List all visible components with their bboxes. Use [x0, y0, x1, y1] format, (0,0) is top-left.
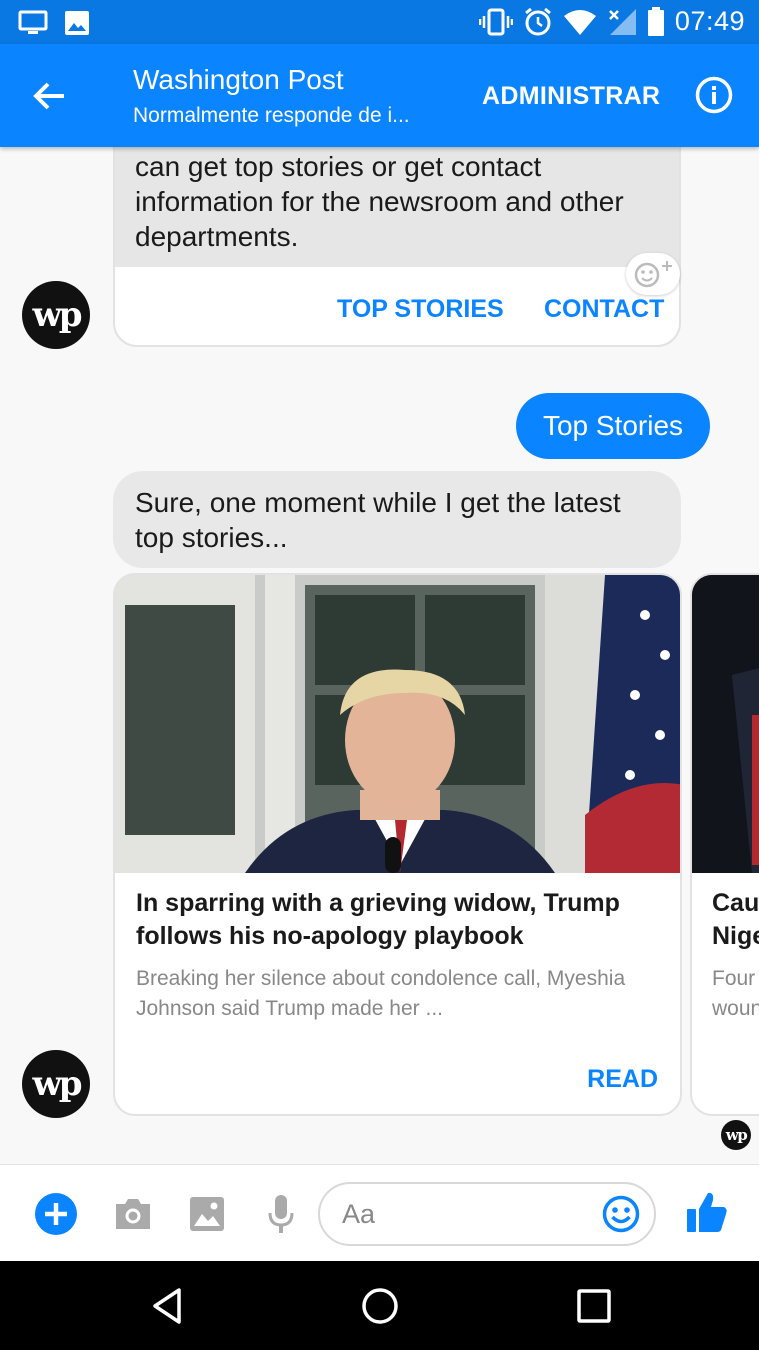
- message-list[interactable]: can get top stories or get contact infor…: [0, 147, 759, 1164]
- gallery-icon: [190, 1197, 224, 1231]
- info-button[interactable]: [695, 76, 733, 114]
- bot-avatar[interactable]: wp: [22, 281, 90, 349]
- read-receipt-avatar: wp: [721, 1120, 751, 1150]
- manage-button[interactable]: ADMINISTRAR: [482, 82, 660, 111]
- nav-home-icon: [362, 1288, 398, 1324]
- page-title[interactable]: Washington Post: [133, 64, 344, 96]
- message-composer: Aa: [0, 1164, 759, 1261]
- read-button[interactable]: READ: [587, 1065, 658, 1094]
- plus-icon: [35, 1193, 77, 1235]
- system-navigation-bar: [0, 1261, 759, 1350]
- gallery-button[interactable]: [189, 1196, 225, 1237]
- like-button[interactable]: [686, 1190, 728, 1239]
- screen-cast-icon: [18, 10, 48, 34]
- info-icon: [695, 76, 733, 114]
- nav-back-button[interactable]: [147, 1286, 187, 1326]
- message-input-placeholder: Aa: [342, 1198, 376, 1229]
- story-headline-next: Cau Nige: [712, 889, 759, 950]
- story-image-next: [692, 575, 759, 873]
- nav-recents-button[interactable]: [574, 1286, 614, 1326]
- bot-avatar-2[interactable]: wp: [22, 1050, 90, 1118]
- no-signal-icon: [609, 8, 636, 35]
- back-arrow-icon: [33, 82, 64, 110]
- camera-button[interactable]: [114, 1196, 152, 1237]
- more-options-button[interactable]: [34, 1192, 78, 1241]
- thumbs-up-icon: [687, 1192, 727, 1232]
- back-button[interactable]: [30, 76, 70, 116]
- story-headline: In sparring with a grieving widow, Trump…: [136, 889, 620, 950]
- top-stories-button[interactable]: TOP STORIES: [337, 295, 504, 324]
- status-time: 07:49: [674, 6, 745, 36]
- status-bar: 07:49: [0, 0, 759, 44]
- add-reaction-icon: [634, 261, 672, 288]
- camera-icon: [116, 1199, 150, 1229]
- nav-recents-icon: [577, 1289, 611, 1323]
- emoji-icon: [602, 1195, 640, 1233]
- story-description-next: Four woun: [712, 967, 759, 1020]
- story-image: [115, 575, 680, 873]
- battery-icon: [647, 6, 664, 36]
- conversation-header: Washington Post Normalmente responde de …: [0, 44, 759, 147]
- nav-home-button[interactable]: [360, 1286, 400, 1326]
- vibrate-icon: [478, 8, 513, 35]
- bot-message-card: can get top stories or get contact infor…: [113, 147, 681, 347]
- wifi-icon: [563, 9, 596, 35]
- alarm-icon: [524, 7, 551, 35]
- contact-button[interactable]: CONTACT: [544, 295, 664, 324]
- nav-back-icon: [153, 1288, 181, 1324]
- emoji-button[interactable]: [602, 1195, 640, 1238]
- image-icon: [65, 11, 89, 35]
- voice-button[interactable]: [268, 1194, 294, 1239]
- user-message-bubble: Top Stories: [516, 393, 710, 459]
- story-card-next[interactable]: Cau Nige Four woun: [690, 573, 759, 1116]
- page-subtitle: Normalmente responde de i...: [133, 104, 410, 127]
- bot-message-text: can get top stories or get contact infor…: [135, 151, 624, 252]
- microphone-icon: [268, 1195, 294, 1233]
- add-reaction-button[interactable]: [626, 253, 680, 295]
- story-description: Breaking her silence about condolence ca…: [136, 967, 626, 1020]
- bot-reply-bubble: Sure, one moment while I get the latest …: [113, 471, 681, 568]
- story-card[interactable]: In sparring with a grieving widow, Trump…: [113, 573, 682, 1116]
